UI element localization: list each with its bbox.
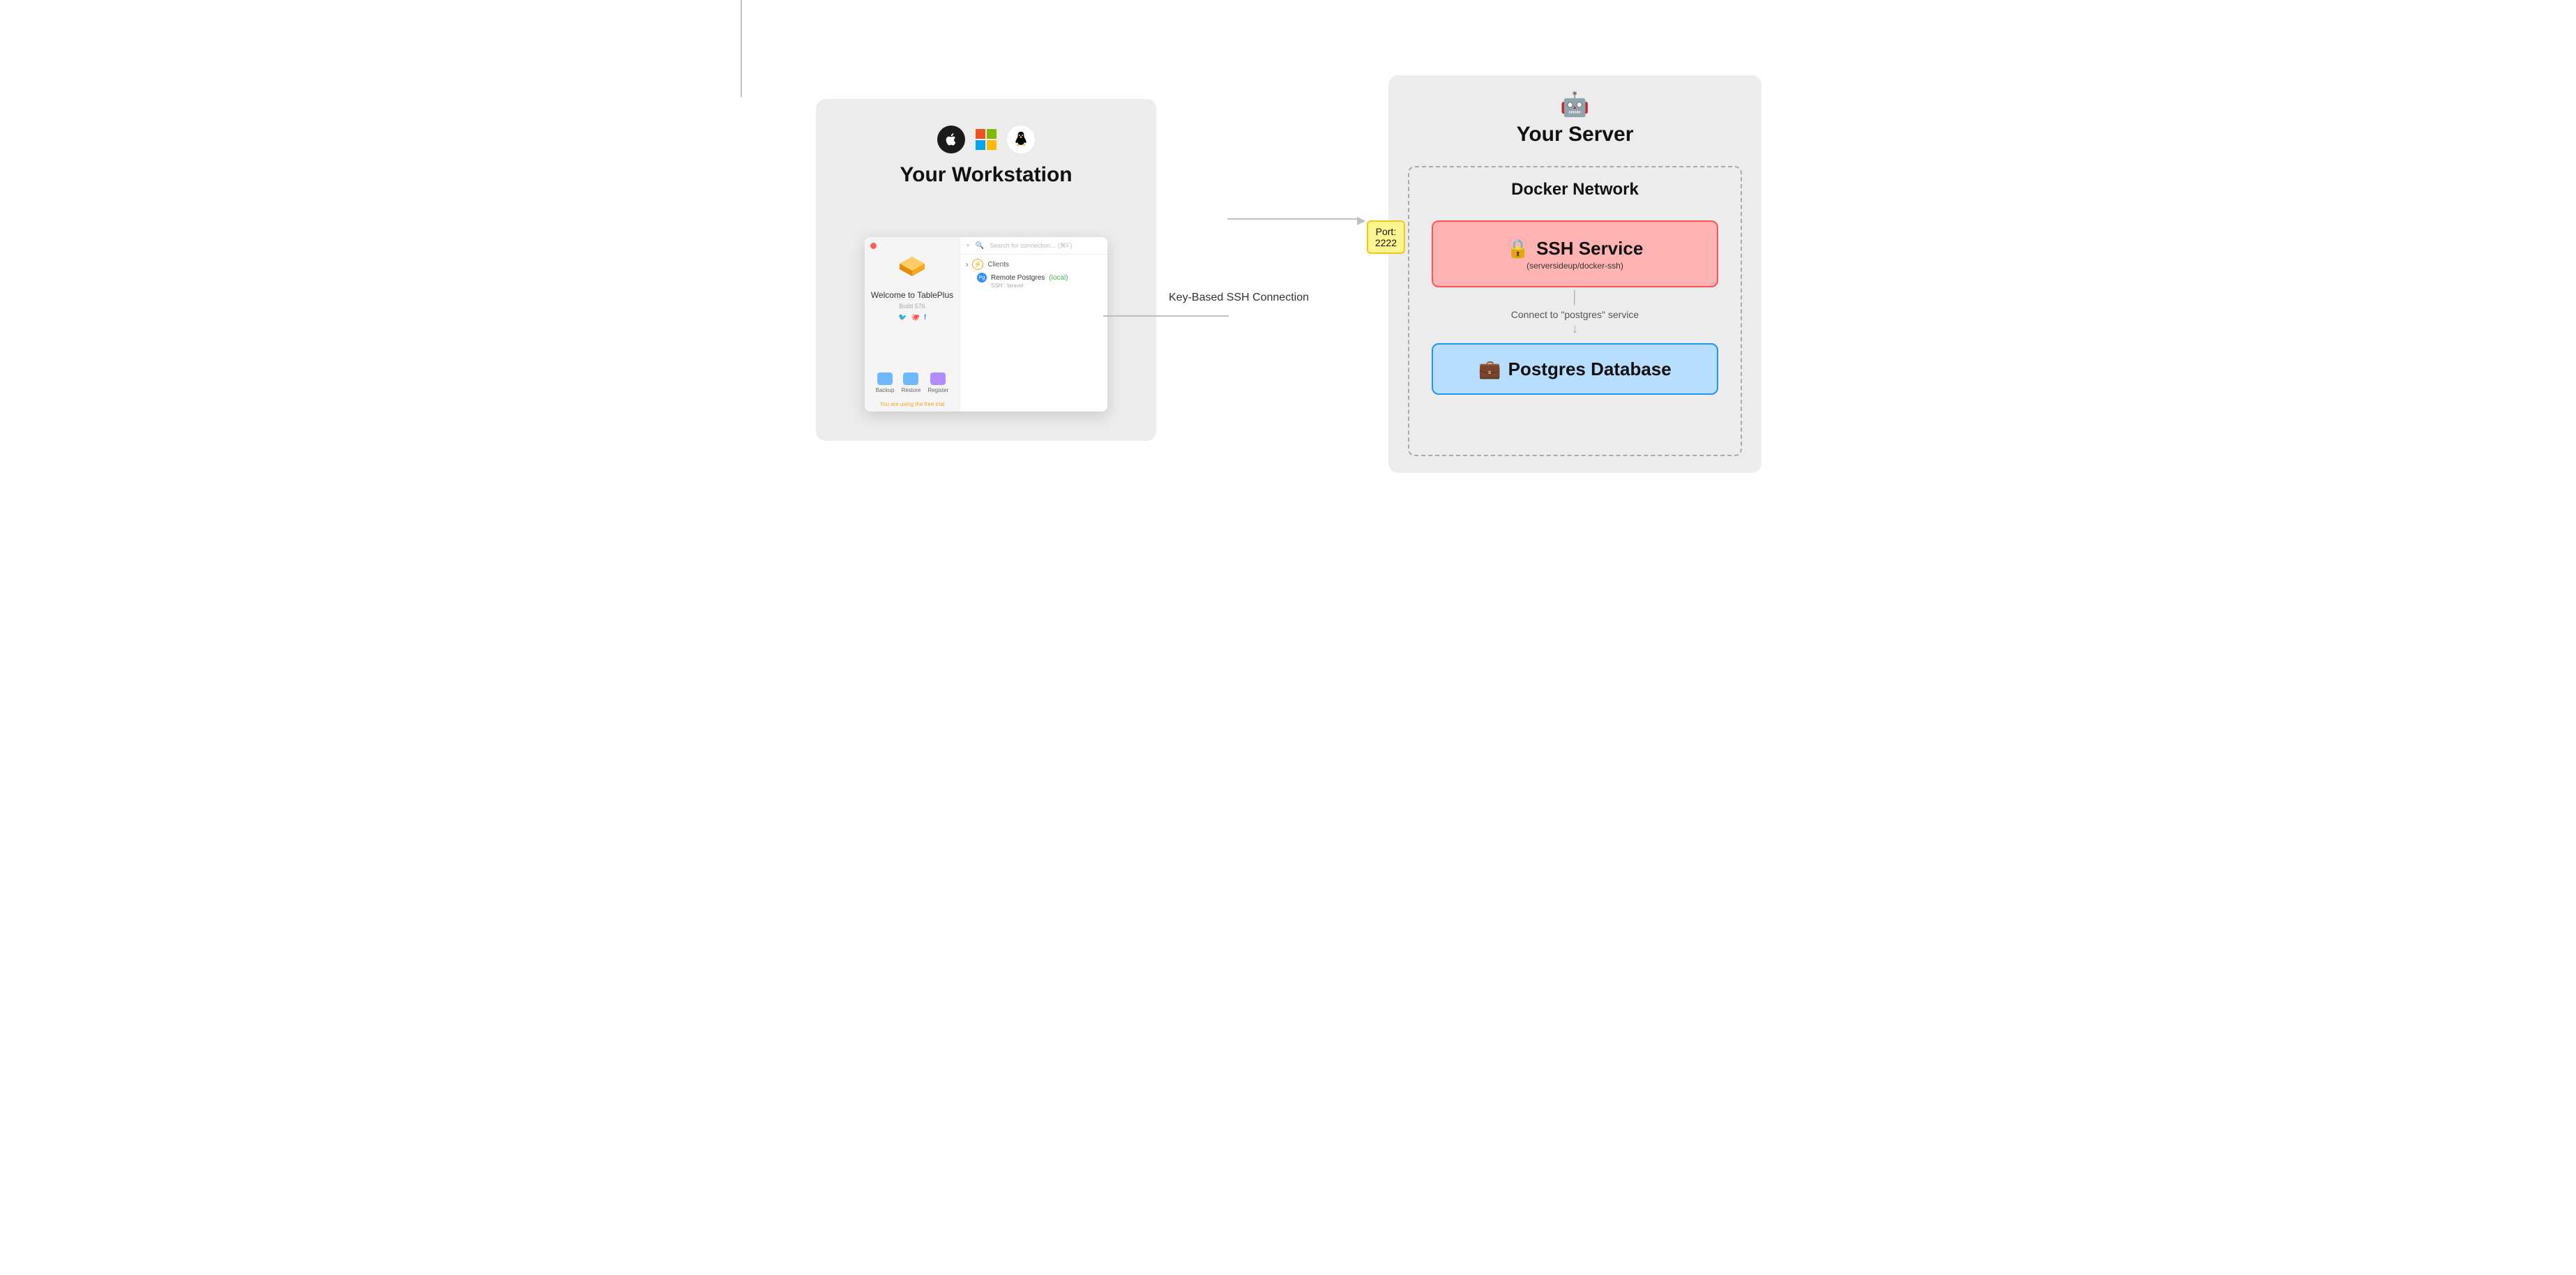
restore-label: Restore [901,387,920,393]
docker-network-box: Docker Network Port: 2222 🔒 SSH Service … [1408,166,1742,456]
robot-icon: 🤖 [1388,91,1761,119]
microsoft-icon [972,126,1000,153]
facebook-icon[interactable]: f [924,314,926,322]
register-button[interactable]: Register [927,372,948,393]
app-actions-row: Backup Restore Register [876,372,949,393]
port-tag: Port: 2222 [1367,220,1405,254]
restore-button[interactable]: Restore [901,372,920,393]
ssh-service-box: 🔒 SSH Service (serversideup/docker-ssh) [1432,220,1718,287]
register-icon [930,372,946,385]
ssh-service-title: SSH Service [1536,238,1643,259]
app-sidebar: Welcome to TablePlus Build 576 🐦 🐙 f Bac… [865,237,960,412]
connection-local-tag: (local) [1049,274,1068,282]
os-icon-row [816,126,1156,153]
app-toolbar: + 🔍 Search for connection... (⌘F) [960,237,1107,255]
postgres-badge-icon: Pg [977,273,987,282]
arrow-right-icon: ▶ [1357,213,1365,227]
app-build-text: Build 576 [899,303,925,310]
twitter-icon[interactable]: 🐦 [898,314,907,322]
group-icon: ⚡ [972,259,983,270]
search-input[interactable]: Search for connection... (⌘F) [990,242,1102,250]
connection-group[interactable]: › ⚡ Clients [960,255,1107,271]
github-icon[interactable]: 🐙 [911,314,920,322]
app-welcome-text: Welcome to TablePlus [871,290,953,300]
ssh-service-subtitle: (serversideup/docker-ssh) [1526,261,1623,271]
group-label: Clients [987,261,1009,269]
arrow-down-icon: ↓ [1572,322,1578,336]
apple-icon [937,126,965,153]
diagram-root: Your Workstation Welcome to TablePlus Bu… [741,0,1835,544]
workstation-title: Your Workstation [816,163,1156,187]
tableplus-logo-icon [897,255,927,283]
connection-label: Key-Based SSH Connection [1169,292,1309,304]
server-panel: 🤖 Your Server Docker Network Port: 2222 … [1388,75,1761,473]
connection-line [1103,315,1229,317]
inner-flow: │ Connect to "postgres" service ↓ [1409,290,1741,336]
connection-line [741,0,742,97]
search-icon: 🔍 [976,242,984,250]
postgres-service-title: Postgres Database [1508,359,1672,380]
arrow-down-icon: │ [1571,290,1579,305]
briefcase-icon: 💼 [1478,359,1501,380]
add-connection-button[interactable]: + [966,242,970,250]
server-title: Your Server [1388,123,1761,146]
workstation-panel: Your Workstation Welcome to TablePlus Bu… [816,99,1156,441]
app-main: + 🔍 Search for connection... (⌘F) › ⚡ Cl… [960,237,1107,412]
trial-notice: You are using the free trial [879,401,944,407]
tableplus-window: Welcome to TablePlus Build 576 🐦 🐙 f Bac… [865,237,1107,412]
connection-line [1227,218,1358,220]
connection-item[interactable]: Pg Remote Postgres (local) SSH : laravel [960,271,1107,290]
connection-name: Remote Postgres [991,274,1045,282]
backup-icon [877,372,893,385]
connect-service-label: Connect to "postgres" service [1511,309,1639,320]
lock-icon: 🔒 [1507,238,1529,259]
app-social-row: 🐦 🐙 f [898,314,926,322]
chevron-right-icon: › [966,261,968,269]
linux-icon [1007,126,1035,153]
close-icon[interactable] [870,243,877,249]
connection-subtitle: SSH : laravel [991,282,1102,289]
port-value: 2222 [1375,237,1397,248]
postgres-service-box: 💼 Postgres Database [1432,343,1718,395]
docker-network-title: Docker Network [1409,180,1741,199]
restore-icon [903,372,918,385]
backup-button[interactable]: Backup [876,372,895,393]
backup-label: Backup [876,387,895,393]
register-label: Register [927,387,948,393]
port-label: Port: [1376,226,1397,237]
